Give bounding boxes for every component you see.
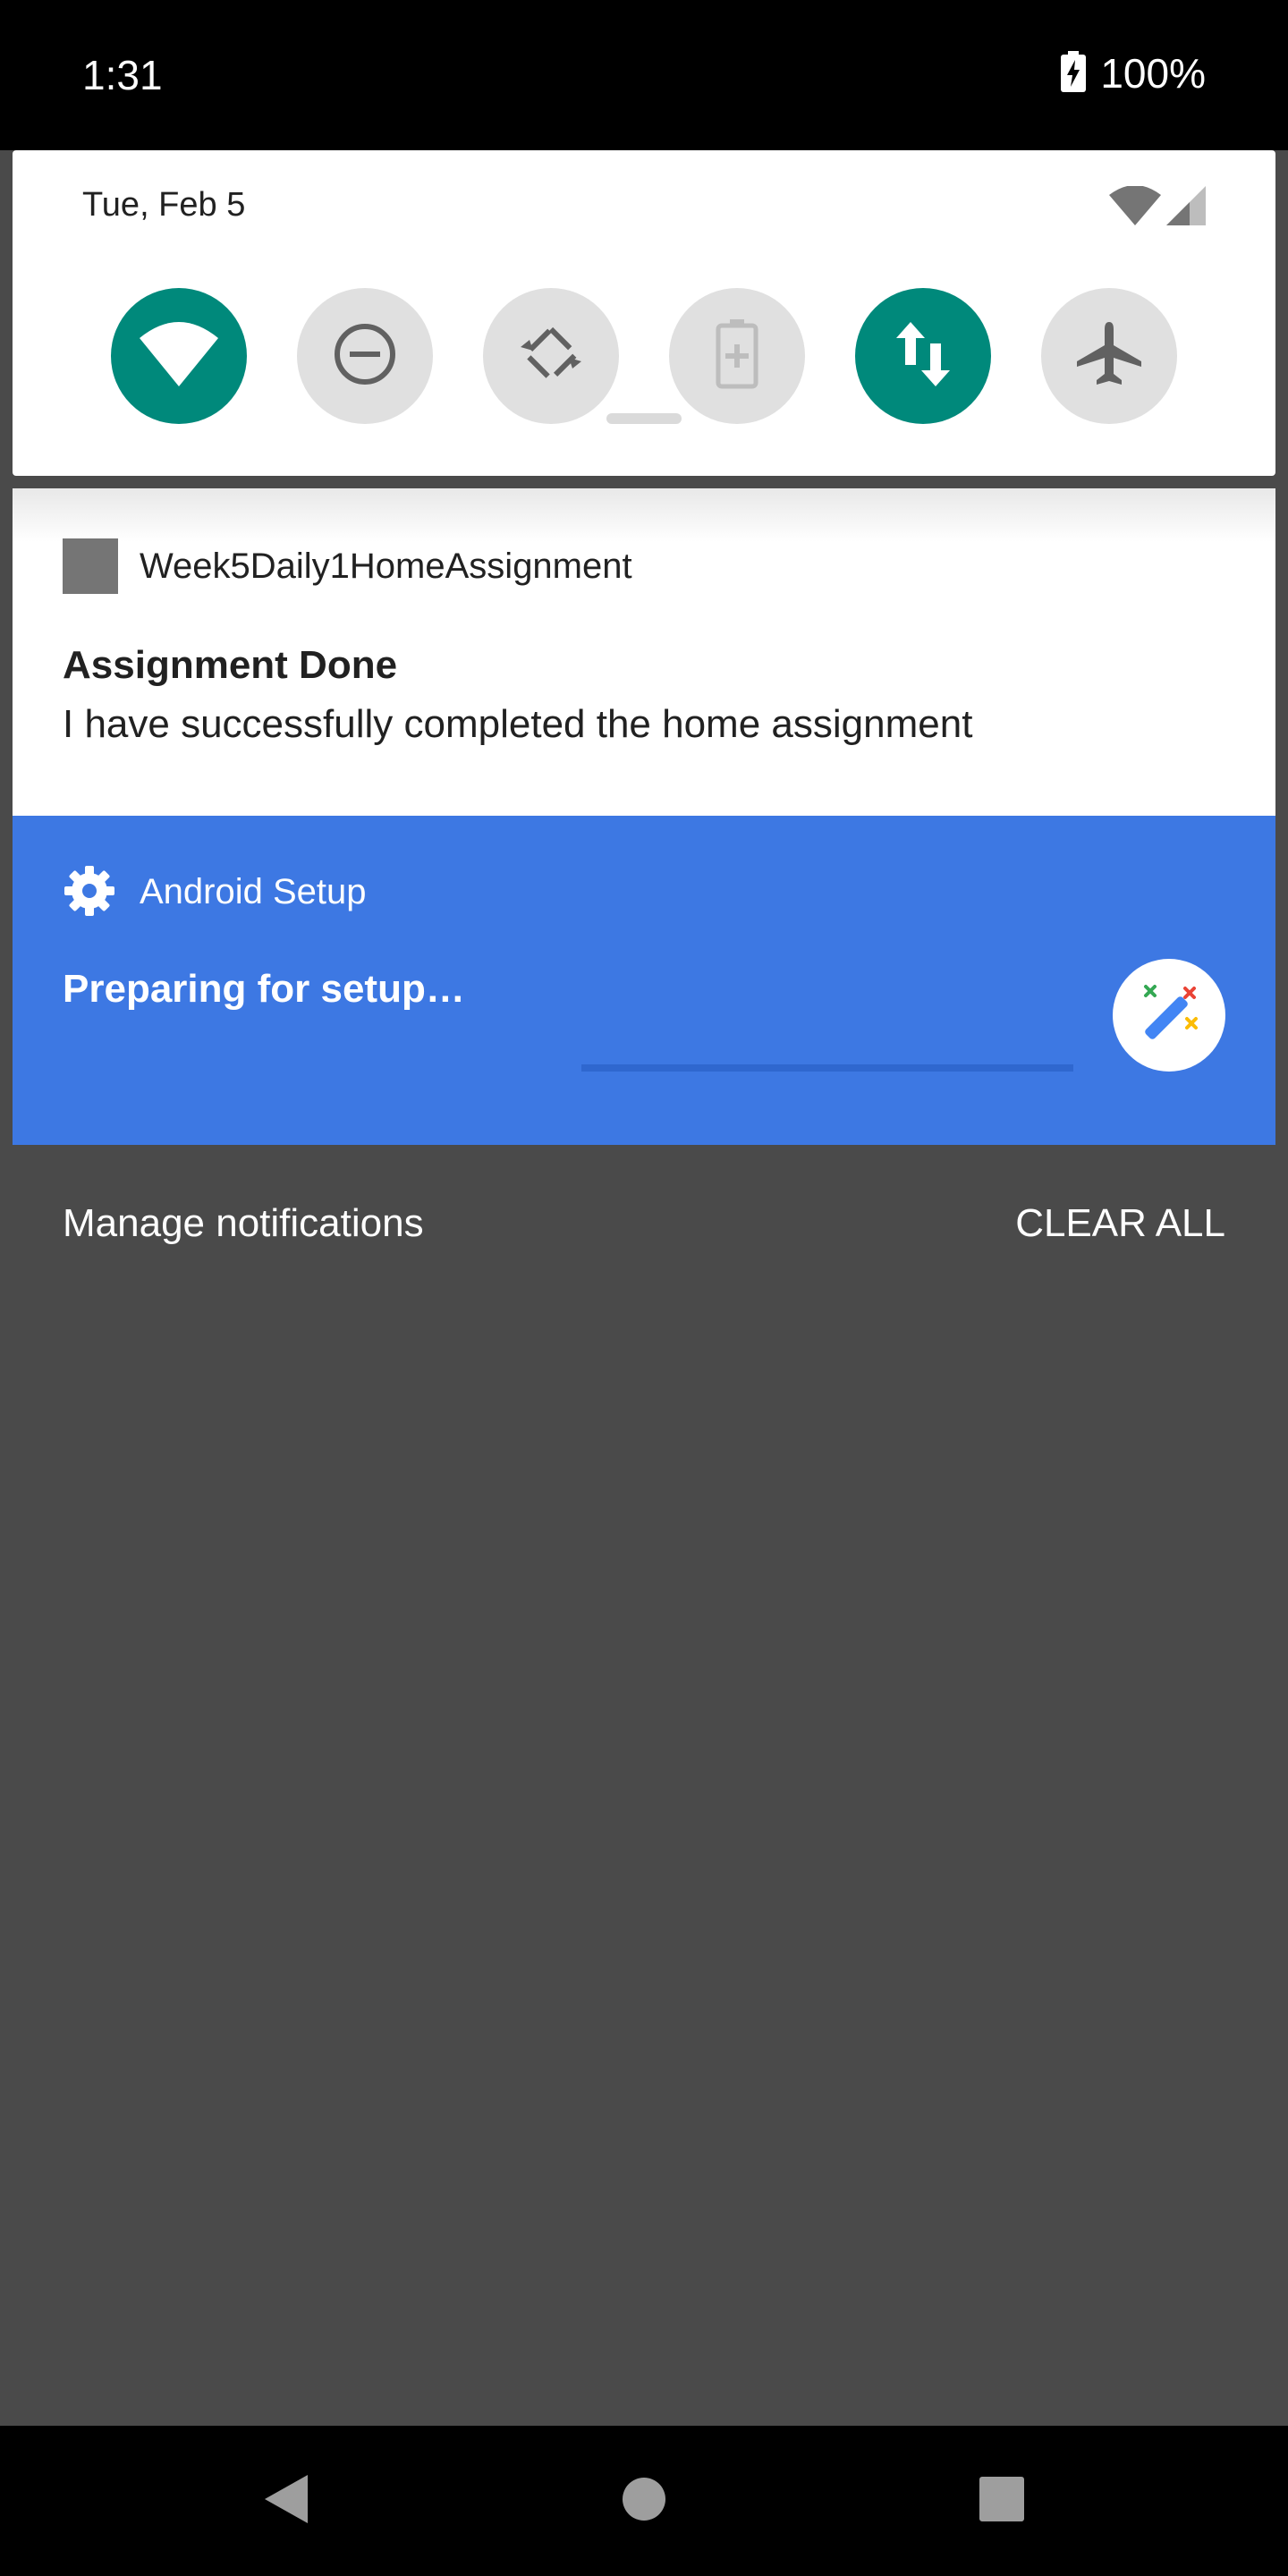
manage-notifications-button[interactable]: Manage notifications <box>63 1199 424 1249</box>
app-icon <box>63 538 118 594</box>
notification-title: Assignment Done <box>63 643 398 687</box>
notification-android-setup[interactable]: Android Setup Preparing for setup… <box>13 816 1275 1145</box>
recents-icon <box>979 2476 1025 2527</box>
back-button[interactable] <box>215 2426 358 2576</box>
wifi-icon <box>1109 185 1161 230</box>
data-transfer-icon <box>896 321 950 391</box>
home-icon <box>622 2477 666 2526</box>
magic-wand-icon <box>1133 978 1205 1054</box>
home-button[interactable] <box>572 2426 716 2576</box>
battery-percent: 100% <box>1100 50 1206 97</box>
navigation-bar <box>0 2426 1288 2576</box>
battery-saver-icon <box>716 318 758 394</box>
cellular-signal-icon <box>1166 186 1206 230</box>
tile-wifi[interactable] <box>111 288 247 424</box>
auto-rotate-icon <box>517 320 585 393</box>
status-right: 100% <box>1061 48 1206 98</box>
qs-date[interactable]: Tue, Feb 5 <box>82 182 245 227</box>
back-icon <box>263 2473 309 2529</box>
notification-app-name: Android Setup <box>140 872 367 911</box>
tile-battery-saver[interactable] <box>669 288 805 424</box>
qs-drag-handle[interactable] <box>606 413 682 424</box>
tile-mobile-data[interactable] <box>855 288 991 424</box>
notification-assignment[interactable]: Week5Daily1HomeAssignment Assignment Don… <box>13 488 1275 816</box>
qs-signal-indicators <box>1109 185 1206 230</box>
recents-button[interactable] <box>930 2426 1073 2576</box>
notification-text: I have successfully completed the home a… <box>63 702 973 746</box>
setup-badge <box>1113 959 1225 1072</box>
tile-do-not-disturb[interactable] <box>297 288 433 424</box>
status-bar: 1:31 100% <box>0 0 1288 150</box>
notification-title: Preparing for setup… <box>63 967 465 1011</box>
notification-footer: Manage notifications CLEAR ALL <box>0 1190 1288 1258</box>
wifi-icon <box>140 321 218 391</box>
notification-shade: 1:31 100% Tue, Feb 5 Week5Daily1HomeAssi… <box>0 0 1288 2576</box>
clear-all-button[interactable]: CLEAR ALL <box>1015 1199 1225 1249</box>
status-time: 1:31 <box>82 52 163 98</box>
notification-app-name: Week5Daily1HomeAssignment <box>140 547 632 586</box>
airplane-icon <box>1075 320 1143 393</box>
quick-settings-panel: Tue, Feb 5 <box>13 150 1275 476</box>
do-not-disturb-icon <box>333 322 397 391</box>
battery-charging-icon <box>1061 50 1087 97</box>
card-shadow <box>13 488 1275 542</box>
tile-airplane-mode[interactable] <box>1041 288 1177 424</box>
setup-progress-indicator <box>581 1064 1073 1072</box>
tile-auto-rotate[interactable] <box>483 288 619 424</box>
qs-tiles <box>13 288 1275 424</box>
gear-icon <box>63 864 116 922</box>
